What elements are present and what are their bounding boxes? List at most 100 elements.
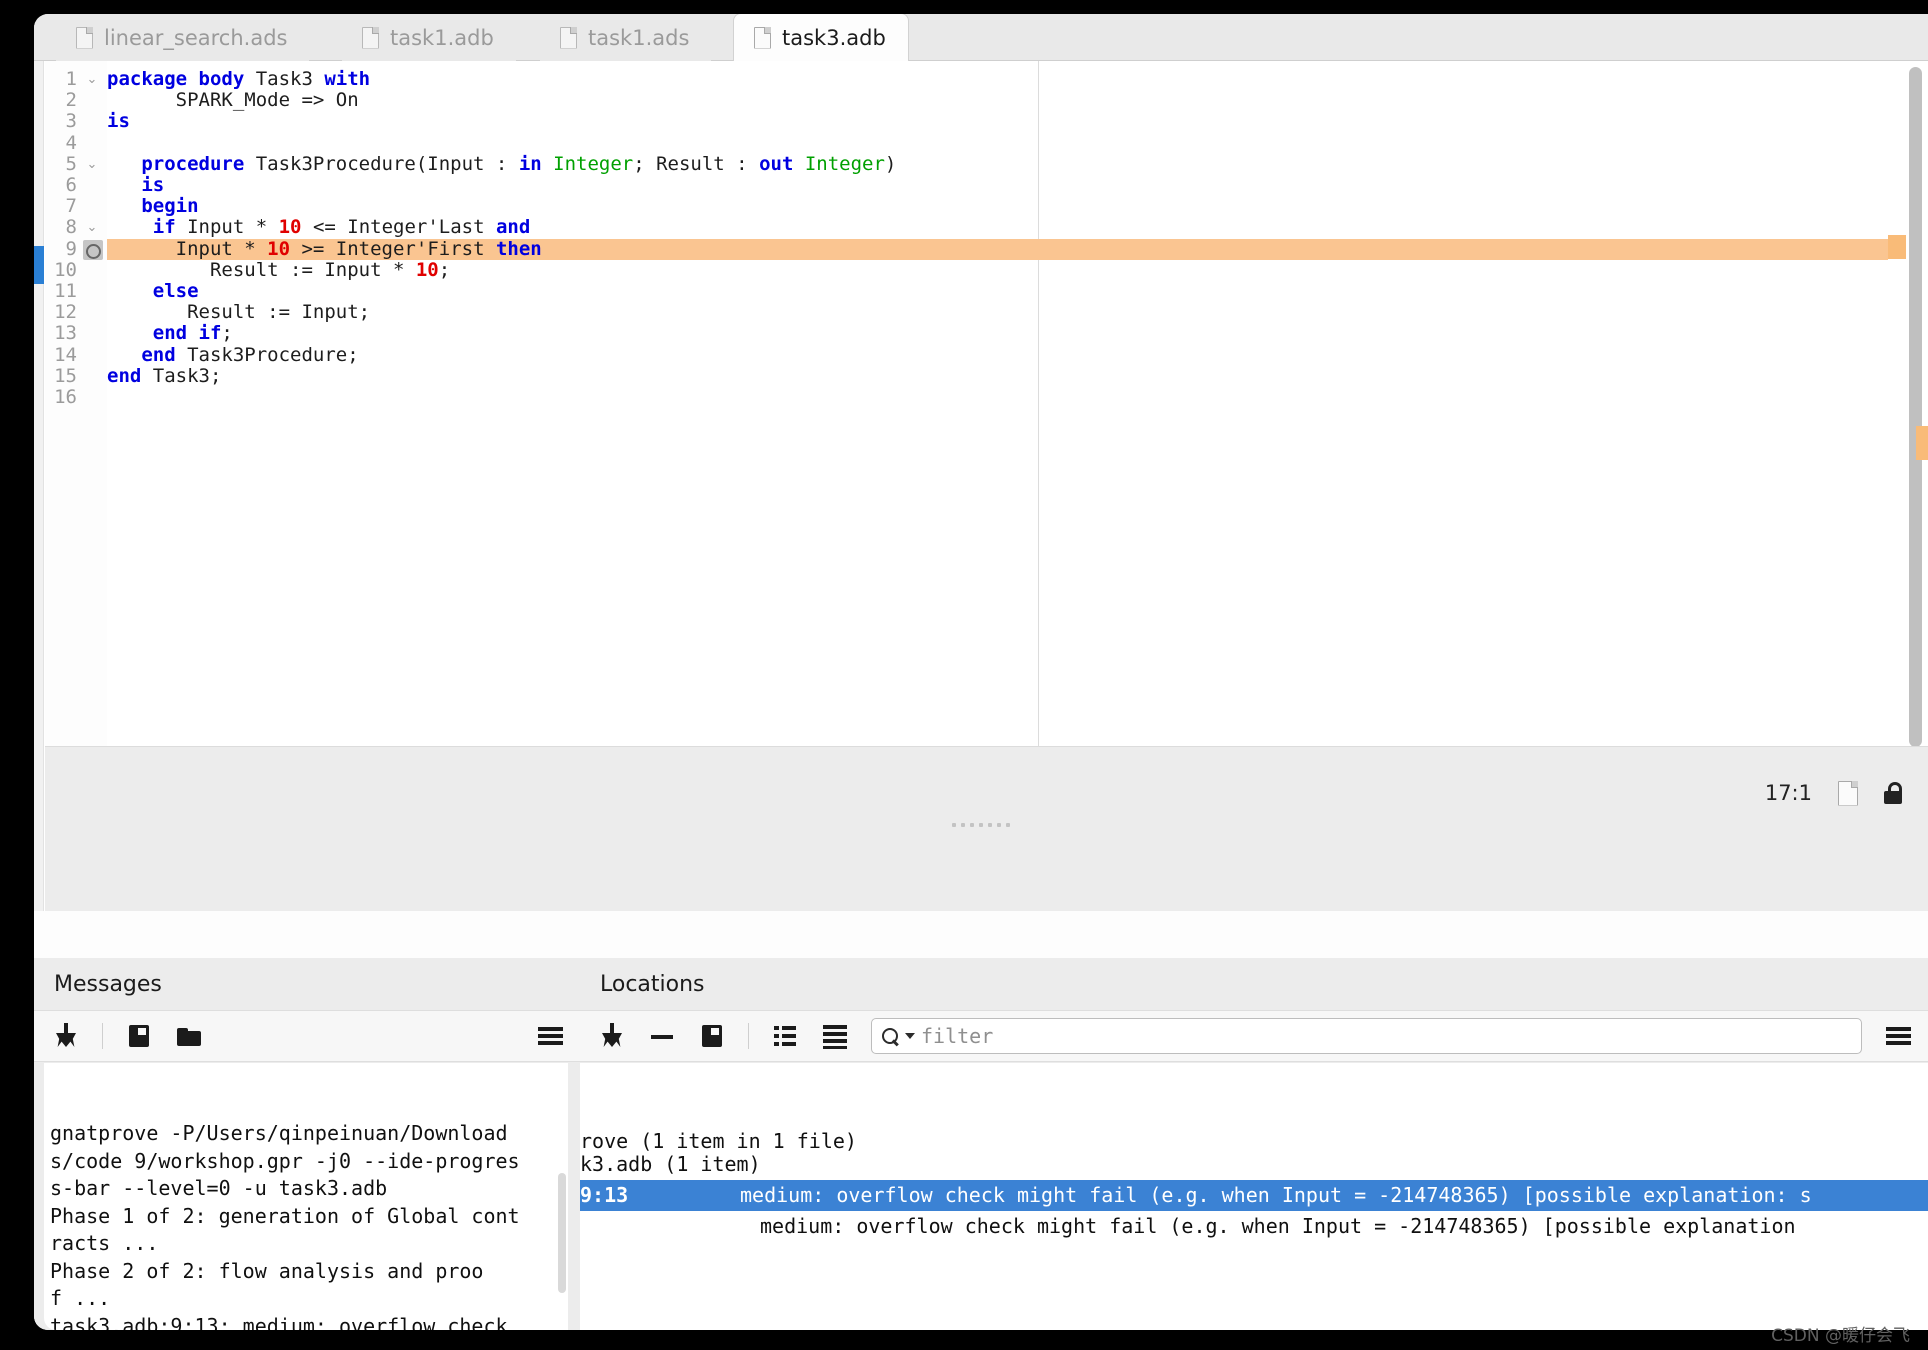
code-token: 10 [416,259,439,281]
scrollbar-thumb[interactable] [1909,67,1922,747]
line-number: 7 [66,196,77,217]
document-icon [76,27,93,49]
code-line[interactable]: begin [107,196,199,217]
scrollbar-thumb[interactable] [558,1173,566,1293]
location-row[interactable]: medium: overflow check might fail (e.g. … [580,1211,1928,1242]
code-token: ) [885,153,896,175]
save-icon[interactable] [125,1022,153,1050]
save-icon[interactable] [698,1022,726,1050]
tab-task1-ads[interactable]: task1.ads [540,14,711,61]
locations-panel: Locations [580,958,1928,1330]
code-line[interactable]: Input * 10 >= Integer'First then [107,239,542,260]
code-token: Integer [553,153,633,175]
document-icon [560,27,577,49]
messages-output-text: gnatprove -P/Users/qinpeinuan/Download s… [44,1118,568,1330]
code-line[interactable]: end Task3; [107,366,221,387]
code-line[interactable]: is [107,111,130,132]
code-token: and [496,216,530,238]
fold-chevron-down-icon[interactable]: ⌄ [83,154,101,175]
code-line[interactable]: package body Task3 with [107,69,370,90]
list-expand-icon[interactable] [771,1022,799,1050]
grip-dot [952,823,956,827]
tab-task1-adb[interactable]: task1.adb [342,14,516,61]
folder-icon[interactable] [175,1022,203,1050]
code-line[interactable]: Result := Input; [107,302,370,323]
editor-tab-bar: linear_search.ads task1.adb task1.ads ta… [34,14,1928,61]
code-token [107,153,141,175]
code-token: Integer [805,153,885,175]
code-token: Result := Input; [107,301,370,323]
locations-list[interactable]: rove (1 item in 1 file)k3.adb (1 item)9:… [580,1063,1928,1330]
current-block-marker [34,246,44,284]
code-token: end [141,344,187,366]
code-token: 10 [267,238,290,260]
tab-label: linear_search.ads [104,26,287,50]
code-line[interactable]: is [107,175,164,196]
list-collapse-icon[interactable] [821,1022,849,1050]
minus-icon[interactable] [648,1022,676,1050]
tab-linear-search-ads[interactable]: linear_search.ads [56,14,309,61]
tab-task3-adb[interactable]: task3.adb [734,14,908,61]
line-number: 16 [54,387,77,408]
messages-scrollbar[interactable] [556,1063,568,1330]
code-token: Input * [187,216,279,238]
fold-chevron-down-icon[interactable]: ⌄ [83,69,101,90]
document-icon [362,27,379,49]
brush-icon[interactable] [598,1022,626,1050]
line-number: 15 [54,366,77,387]
messages-output-area[interactable]: gnatprove -P/Users/qinpeinuan/Download s… [44,1063,568,1330]
code-token [107,195,141,217]
line-number: 8 [66,217,77,238]
code-token: begin [141,195,198,217]
highlight-marker-secondary[interactable] [1916,426,1928,460]
code-token: with [324,68,370,90]
code-token [107,322,153,344]
message-marker-icon[interactable] [83,240,103,260]
highlight-marker-line9[interactable] [1888,235,1906,259]
line-number: 12 [54,302,77,323]
fold-chevron-down-icon[interactable]: ⌄ [83,217,101,238]
code-token: Result := Input * [107,259,416,281]
editor-status-bar: 17:1 [45,770,1928,816]
messages-panel: Messages gnatprove -P/Users/qinpeinuan/D… [34,958,580,1330]
hamburger-icon[interactable] [1884,1022,1912,1050]
location-row-selected[interactable]: 9:13medium: overflow check might fail (e… [580,1180,1928,1211]
grip-dot [979,823,983,827]
code-token: Task3 [256,68,325,90]
grip-dot [961,823,965,827]
unlock-icon[interactable] [1884,782,1902,804]
lock-body [1884,791,1902,804]
hamburger-icon[interactable] [536,1022,564,1050]
code-token: then [496,238,542,260]
line-number: 14 [54,345,77,366]
panel-resize-grip[interactable] [34,817,1928,833]
code-line[interactable]: else [107,281,199,302]
code-token: in [519,153,553,175]
right-margin-guide [1038,61,1039,746]
line-number: 11 [54,281,77,302]
tab-label: task1.adb [390,26,494,50]
caret-down-icon[interactable] [905,1033,915,1039]
code-line[interactable]: SPARK_Mode => On [107,90,359,111]
grip-dot [1006,823,1010,827]
code-token: is [141,174,164,196]
code-editor[interactable]: 1⌄2345⌄678⌄910111213141516 package body … [34,61,1928,911]
document-icon [754,27,771,49]
code-token: ; Result : [633,153,759,175]
code-line[interactable]: end if; [107,323,233,344]
file-status-icon[interactable] [1838,781,1858,806]
code-line[interactable]: end Task3Procedure; [107,345,359,366]
locations-filter-box[interactable]: filter [871,1018,1862,1054]
location-row[interactable]: rove (1 item in 1 file) [580,1118,1928,1149]
code-line[interactable]: if Input * 10 <= Integer'Last and [107,217,530,238]
editor-side-marker-strip [34,61,44,911]
code-line[interactable]: procedure Task3Procedure(Input : in Inte… [107,154,896,175]
code-token: ; [439,259,450,281]
messages-toolbar [34,1010,580,1062]
code-line[interactable]: Result := Input * 10; [107,260,450,281]
brush-icon[interactable] [52,1022,80,1050]
location-message-text: medium: overflow check might fail (e.g. … [740,1183,1812,1207]
search-icon [882,1028,899,1045]
toolbar-separator [102,1023,103,1049]
location-message-text: medium: overflow check might fail (e.g. … [760,1214,1796,1238]
